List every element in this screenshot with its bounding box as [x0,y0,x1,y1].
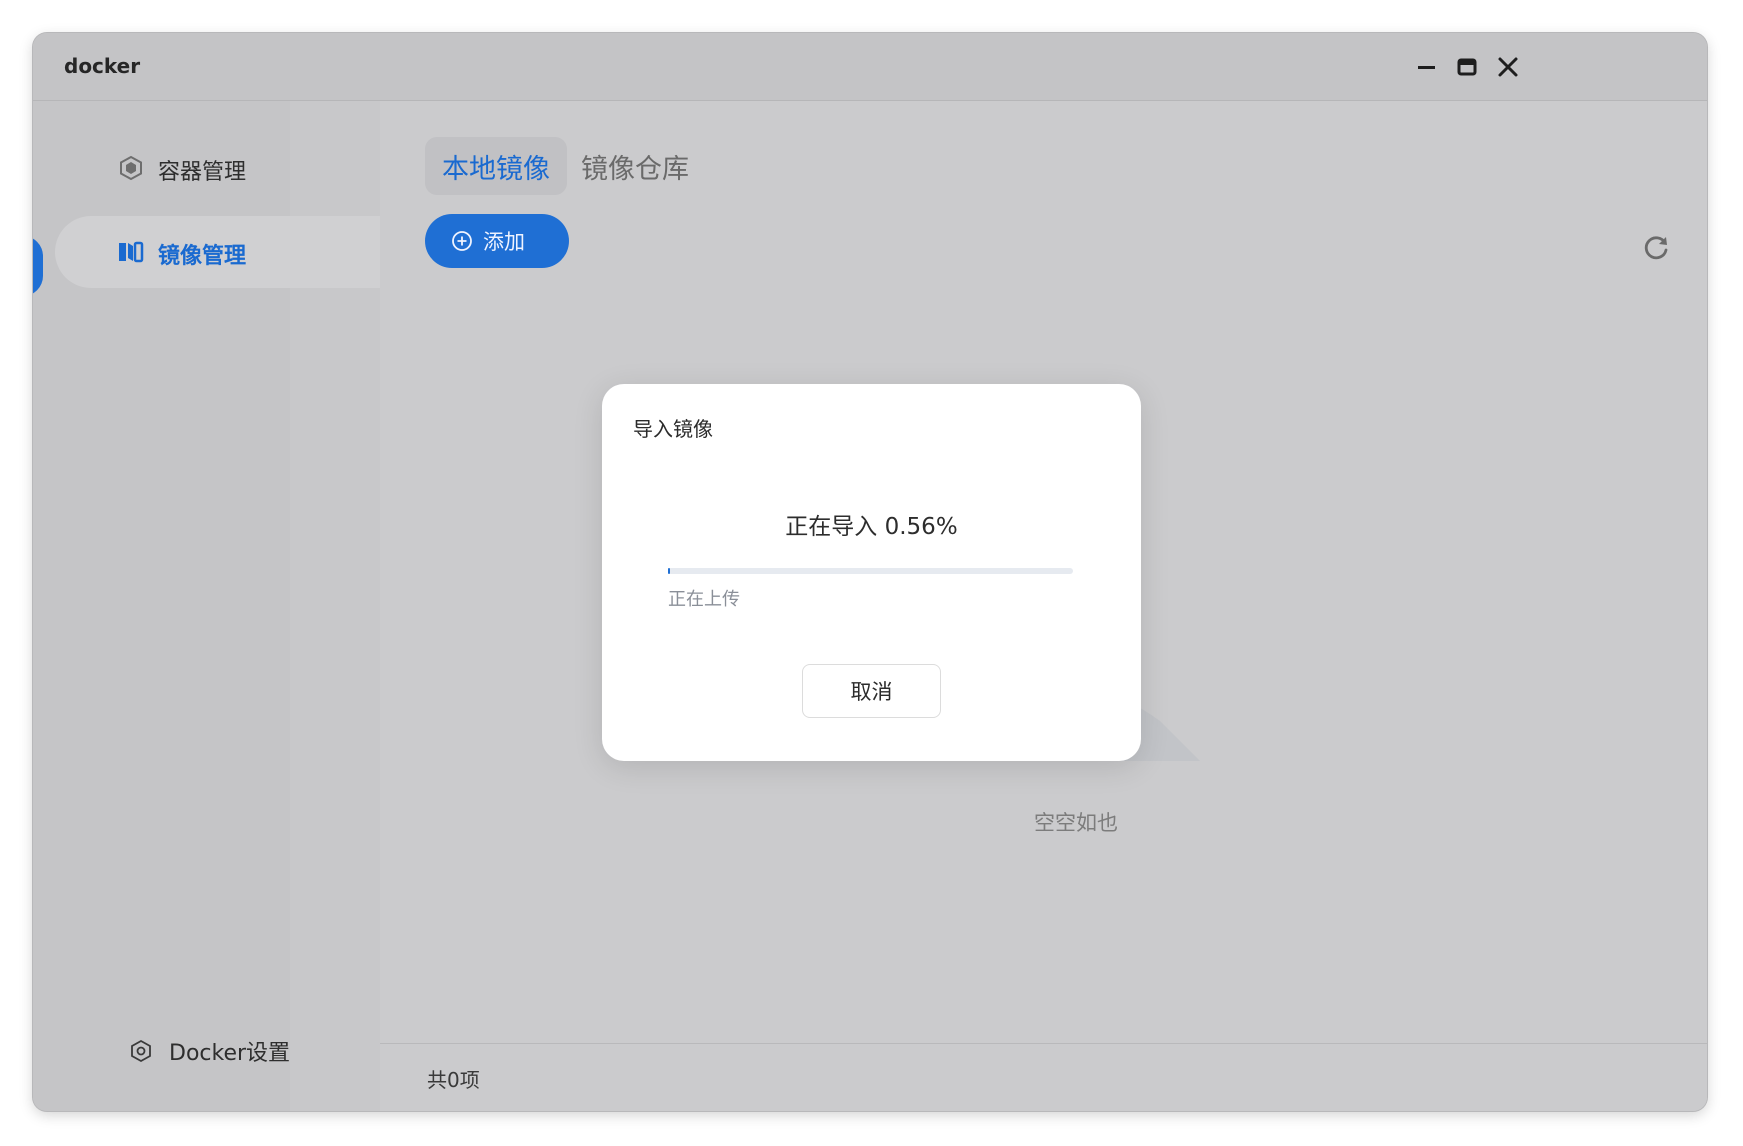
cancel-button[interactable]: 取消 [802,664,941,718]
footer-bar: 共0项 [380,1043,1707,1111]
sidebar-item-label: 容器管理 [158,160,247,185]
docker-settings-item[interactable]: Docker设置 [129,1033,290,1069]
refresh-icon[interactable] [1642,233,1672,263]
container-icon [120,155,142,181]
close-icon [1498,57,1518,77]
dialog-title: 导入镜像 [633,417,713,441]
minimize-icon [1418,66,1435,69]
progress-fill [668,568,671,574]
settings-icon [131,1039,151,1063]
upload-status-text: 正在上传 [668,589,740,610]
window-title: docker [64,54,141,78]
settings-label: Docker设置 [169,1041,291,1066]
sidebar-item-label: 镜像管理 [158,244,247,269]
add-circle-icon [452,231,472,251]
item-count: 共0项 [427,1068,480,1092]
maximize-button[interactable] [1452,52,1482,82]
import-status-text: 正在导入 0.56% [785,514,958,540]
sidebar-item-containers[interactable]: 容器管理 [55,132,380,204]
add-button[interactable]: 添加 [425,214,569,268]
close-button[interactable] [1493,52,1523,82]
maximize-icon [1457,58,1477,76]
import-image-dialog: 导入镜像 正在导入 0.56% 正在上传 取消 [602,384,1141,761]
add-button-label: 添加 [483,230,525,254]
progress-bar [668,568,1073,574]
title-bar: docker [33,33,1707,101]
image-icon [119,241,144,263]
empty-state-text: 空空如也 [1034,811,1118,835]
minimize-button[interactable] [1411,52,1441,82]
active-indicator [33,236,43,296]
sidebar: 容器管理 镜像管理 Docker设置 [33,101,380,1111]
sidebar-item-images[interactable]: 镜像管理 [55,216,380,288]
tab-local-images[interactable]: 本地镜像 [425,137,567,195]
tab-image-registry[interactable]: 镜像仓库 [564,137,706,195]
